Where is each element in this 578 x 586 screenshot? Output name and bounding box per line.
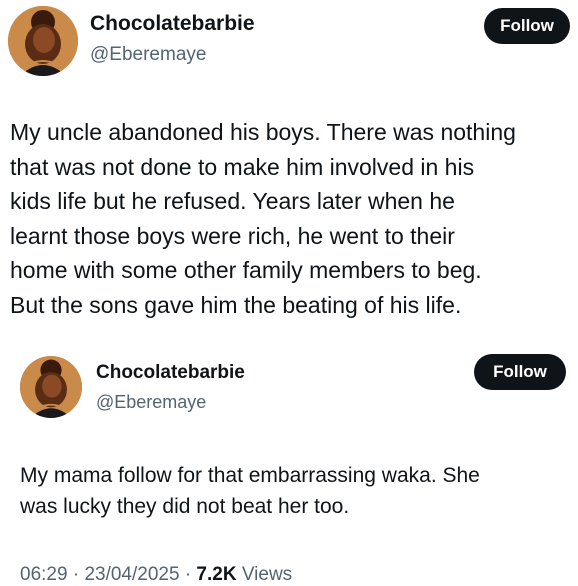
tweet-text: My mama follow for that embarrassing wak… xyxy=(20,464,480,518)
meta-separator: · xyxy=(72,564,80,585)
profile-avatar-icon[interactable] xyxy=(8,6,78,76)
views-count: 7.2K xyxy=(196,564,237,585)
tweet-reply: Chocolatebarbie @Eberemaye Follow My mam… xyxy=(0,344,578,585)
tweet-date[interactable]: 23/04/2025 xyxy=(84,564,179,585)
author-display-name[interactable]: Chocolatebarbie xyxy=(90,12,255,36)
profile-avatar-icon[interactable] xyxy=(20,356,82,418)
tweet-metadata: 06:29 · 23/04/2025 · 7.2K Views xyxy=(20,564,292,586)
views-label: Views xyxy=(241,564,293,585)
avatar-illustration xyxy=(8,6,78,76)
follow-button[interactable]: Follow xyxy=(484,8,570,44)
tweet-text: My uncle abandoned his boys. There was n… xyxy=(10,119,516,318)
avatar-illustration xyxy=(20,356,82,418)
author-display-name[interactable]: Chocolatebarbie xyxy=(96,362,245,384)
meta-separator: · xyxy=(184,564,192,585)
author-handle[interactable]: @Eberemaye xyxy=(90,44,206,66)
author-handle[interactable]: @Eberemaye xyxy=(96,392,206,413)
tweet-time[interactable]: 06:29 xyxy=(20,564,68,585)
tweet-main: Chocolatebarbie @Eberemaye Follow My unc… xyxy=(0,0,578,340)
follow-button[interactable]: Follow xyxy=(474,354,566,390)
